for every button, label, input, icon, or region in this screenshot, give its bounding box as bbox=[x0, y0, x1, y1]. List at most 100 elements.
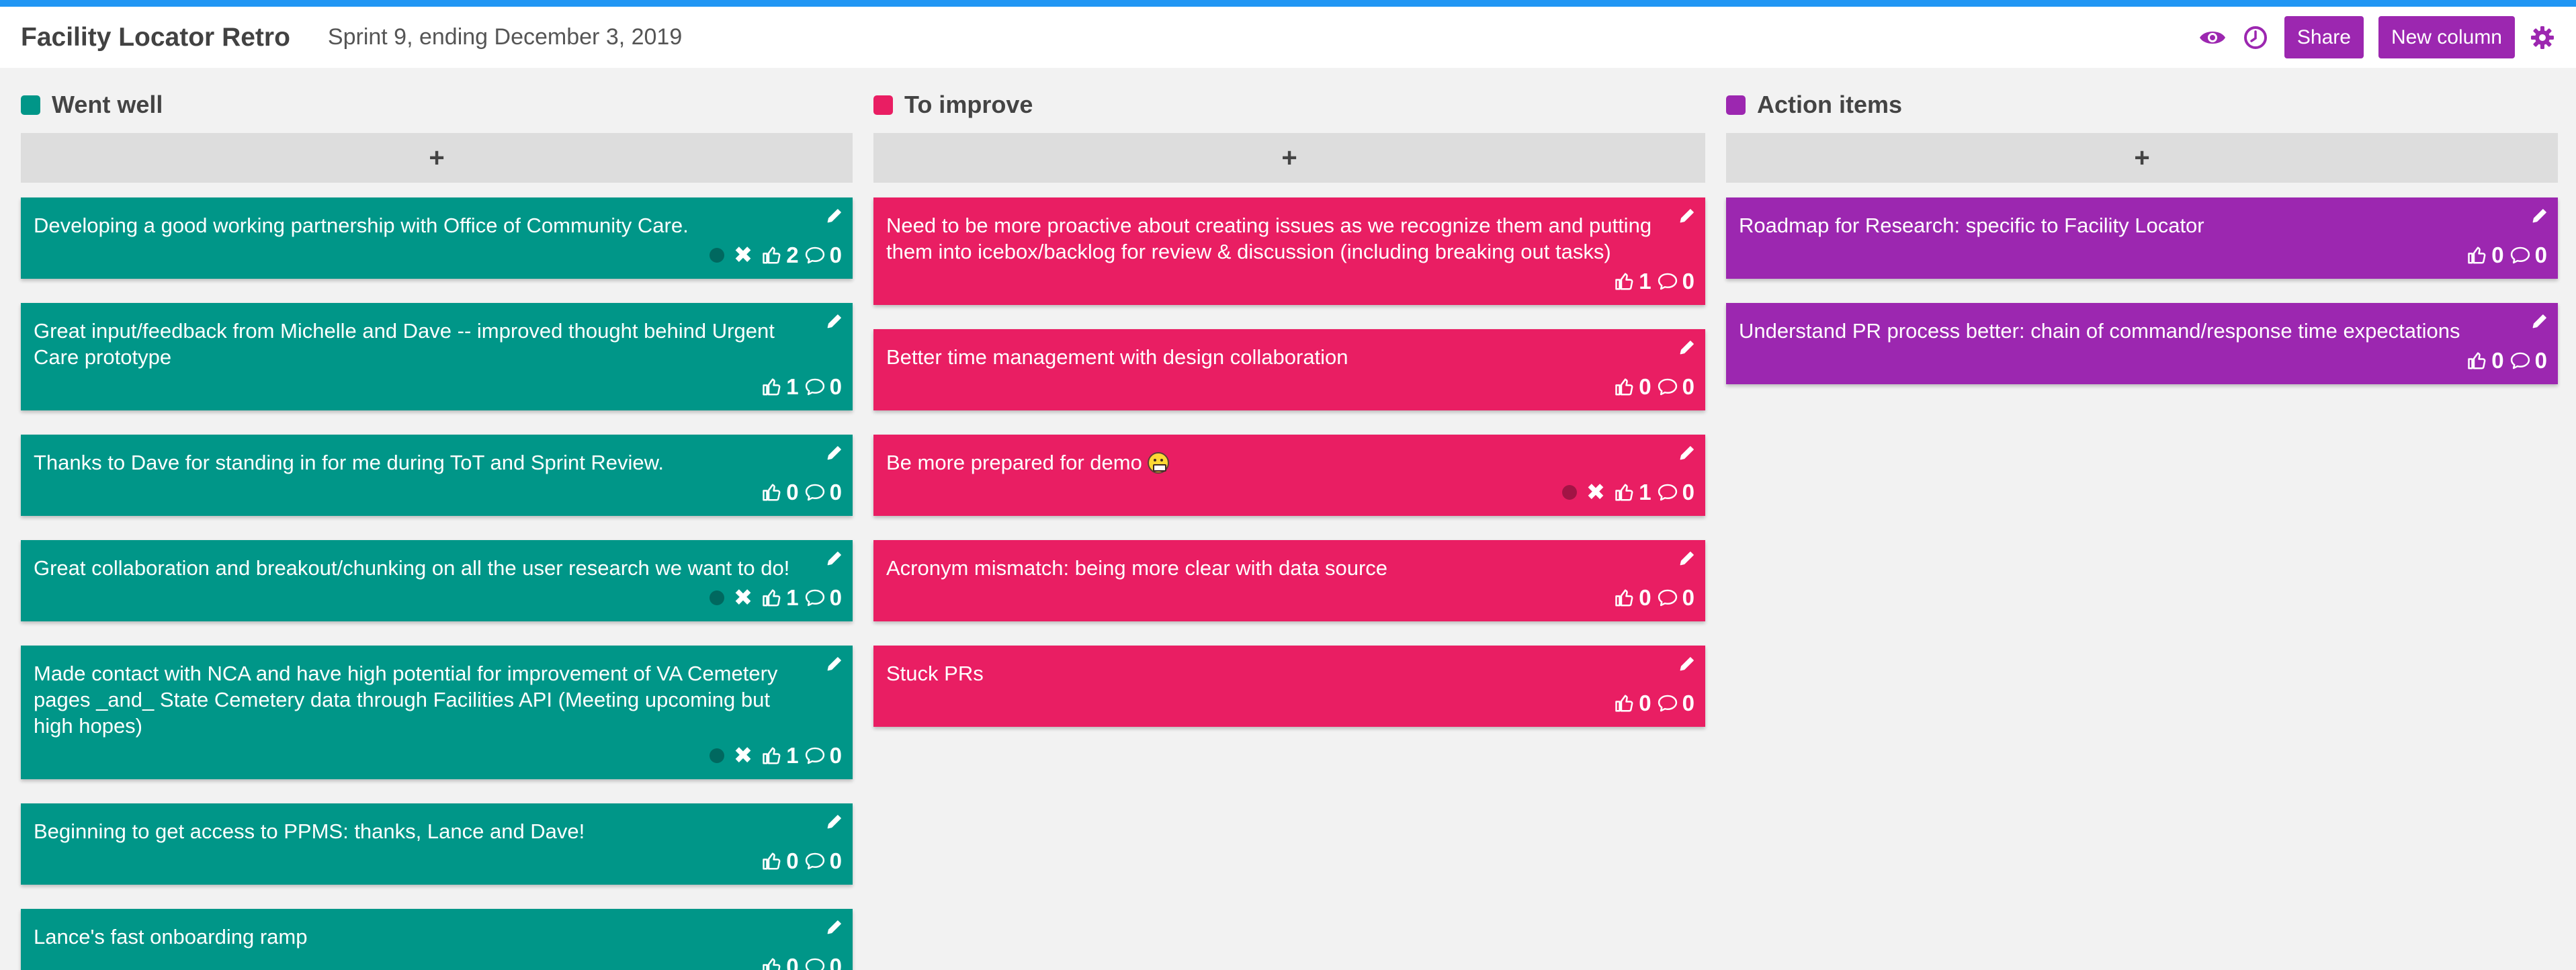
card-text: Understand PR process better: chain of c… bbox=[1739, 318, 2509, 344]
comment-icon[interactable] bbox=[804, 957, 826, 970]
board-subtitle: Sprint 9, ending December 3, 2019 bbox=[327, 24, 683, 50]
like-count: 0 bbox=[2491, 242, 2504, 267]
retro-card: Roadmap for Research: specific to Facili… bbox=[1726, 197, 2558, 279]
pencil-icon[interactable] bbox=[826, 207, 843, 228]
grimacing-face-icon bbox=[1148, 452, 1170, 474]
comment-count: 0 bbox=[1682, 374, 1694, 399]
card-text-content: Acronym mismatch: being more clear with … bbox=[886, 556, 1388, 580]
column-action-items: Action items + Roadmap for Research: speci… bbox=[1726, 87, 2558, 408]
comment-icon[interactable] bbox=[804, 377, 826, 397]
add-card-button[interactable]: + bbox=[21, 133, 853, 183]
thumbs-up-icon[interactable] bbox=[762, 377, 782, 397]
pencil-icon[interactable] bbox=[826, 655, 843, 676]
like-count: 1 bbox=[786, 743, 799, 768]
thumbs-up-icon[interactable] bbox=[762, 245, 782, 265]
pencil-icon[interactable] bbox=[826, 549, 843, 570]
card-footer: 00 bbox=[34, 953, 842, 970]
card-text-content: Great input/feedback from Michelle and D… bbox=[34, 319, 775, 369]
pencil-icon[interactable] bbox=[1678, 207, 1696, 228]
card-footer: 00 bbox=[886, 584, 1694, 612]
thumbs-up-icon[interactable] bbox=[2467, 245, 2487, 265]
card-text: Better time management with design colla… bbox=[886, 344, 1657, 370]
close-icon[interactable]: ✖ bbox=[1586, 481, 1606, 504]
thumbs-up-icon[interactable] bbox=[762, 588, 782, 608]
like-count: 0 bbox=[2491, 348, 2504, 373]
thumbs-up-icon[interactable] bbox=[762, 957, 782, 970]
thumbs-up-icon[interactable] bbox=[1615, 693, 1635, 713]
card-footer: 00 bbox=[886, 373, 1694, 401]
pencil-icon[interactable] bbox=[1678, 549, 1696, 570]
comment-icon[interactable] bbox=[804, 482, 826, 502]
pencil-icon[interactable] bbox=[1678, 339, 1696, 359]
comment-count: 0 bbox=[829, 848, 842, 873]
card-text-content: Great collaboration and breakout/chunkin… bbox=[34, 556, 790, 580]
column-color-swatch bbox=[21, 95, 40, 115]
new-column-button[interactable]: New column bbox=[2378, 16, 2515, 58]
card-footer: 10 bbox=[886, 267, 1694, 296]
thumbs-up-icon[interactable] bbox=[1615, 482, 1635, 502]
card-footer: 10 bbox=[34, 373, 842, 401]
thumbs-up-icon[interactable] bbox=[762, 746, 782, 766]
close-icon[interactable]: ✖ bbox=[734, 586, 753, 609]
comment-count: 0 bbox=[1682, 480, 1694, 504]
pencil-icon[interactable] bbox=[826, 312, 843, 333]
like-count: 0 bbox=[786, 480, 799, 504]
comment-icon[interactable] bbox=[804, 588, 826, 608]
card-text-content: Stuck PRs bbox=[886, 662, 984, 685]
add-card-button[interactable]: + bbox=[1726, 133, 2558, 183]
comment-icon[interactable] bbox=[1657, 693, 1678, 713]
close-icon[interactable]: ✖ bbox=[734, 744, 753, 767]
retro-card: Lance's fast onboarding ramp 0 0 bbox=[21, 909, 853, 970]
thumbs-up-icon[interactable] bbox=[2467, 351, 2487, 371]
comment-count: 0 bbox=[829, 954, 842, 970]
card-text-content: Better time management with design colla… bbox=[886, 345, 1348, 369]
card-footer: 00 bbox=[34, 847, 842, 875]
add-card-button[interactable]: + bbox=[873, 133, 1705, 183]
comment-count: 0 bbox=[2534, 348, 2547, 373]
card-text: Acronym mismatch: being more clear with … bbox=[886, 555, 1657, 581]
thumbs-up-icon[interactable] bbox=[1615, 377, 1635, 397]
card-text-content: Roadmap for Research: specific to Facili… bbox=[1739, 214, 2204, 237]
comment-icon[interactable] bbox=[804, 245, 826, 265]
gear-icon[interactable] bbox=[2530, 25, 2555, 50]
eye-icon[interactable] bbox=[2198, 28, 2227, 48]
card-text-content: Thanks to Dave for standing in for me du… bbox=[34, 451, 664, 474]
thumbs-up-icon[interactable] bbox=[762, 851, 782, 871]
comment-count: 0 bbox=[1682, 269, 1694, 294]
comment-icon[interactable] bbox=[804, 746, 826, 766]
pencil-icon[interactable] bbox=[826, 444, 843, 465]
comment-count: 0 bbox=[829, 374, 842, 399]
pencil-icon[interactable] bbox=[1678, 655, 1696, 676]
pencil-icon[interactable] bbox=[826, 918, 843, 939]
comment-icon[interactable] bbox=[2509, 351, 2531, 371]
comment-icon[interactable] bbox=[1657, 588, 1678, 608]
card-footer: 00 bbox=[886, 689, 1694, 717]
comment-count: 0 bbox=[829, 480, 842, 504]
card-text: Beginning to get access to PPMS: thanks,… bbox=[34, 818, 804, 844]
pencil-icon[interactable] bbox=[1678, 444, 1696, 465]
card-footer: 00 bbox=[1739, 347, 2547, 375]
card-footer: ✖ 1 0 bbox=[34, 742, 842, 770]
column-to-improve: To improve + Need to be more proactive abo… bbox=[873, 87, 1705, 751]
status-dot bbox=[709, 590, 724, 605]
thumbs-up-icon[interactable] bbox=[1615, 588, 1635, 608]
retro-card: Great collaboration and breakout/chunkin… bbox=[21, 540, 853, 621]
clock-icon[interactable] bbox=[2243, 25, 2268, 50]
thumbs-up-icon[interactable] bbox=[1615, 271, 1635, 292]
pencil-icon[interactable] bbox=[826, 813, 843, 834]
card-text-content: Beginning to get access to PPMS: thanks,… bbox=[34, 820, 585, 843]
pencil-icon[interactable] bbox=[2531, 312, 2548, 333]
card-text: Stuck PRs bbox=[886, 660, 1657, 687]
comment-icon[interactable] bbox=[804, 851, 826, 871]
comment-icon[interactable] bbox=[1657, 482, 1678, 502]
comment-icon[interactable] bbox=[1657, 377, 1678, 397]
card-text: Lance's fast onboarding ramp bbox=[34, 924, 804, 950]
thumbs-up-icon[interactable] bbox=[762, 482, 782, 502]
pencil-icon[interactable] bbox=[2531, 207, 2548, 228]
close-icon[interactable]: ✖ bbox=[734, 244, 753, 267]
comment-icon[interactable] bbox=[2509, 245, 2531, 265]
comment-icon[interactable] bbox=[1657, 271, 1678, 292]
comment-count: 0 bbox=[829, 585, 842, 610]
share-button[interactable]: Share bbox=[2284, 16, 2364, 58]
like-count: 1 bbox=[786, 585, 799, 610]
